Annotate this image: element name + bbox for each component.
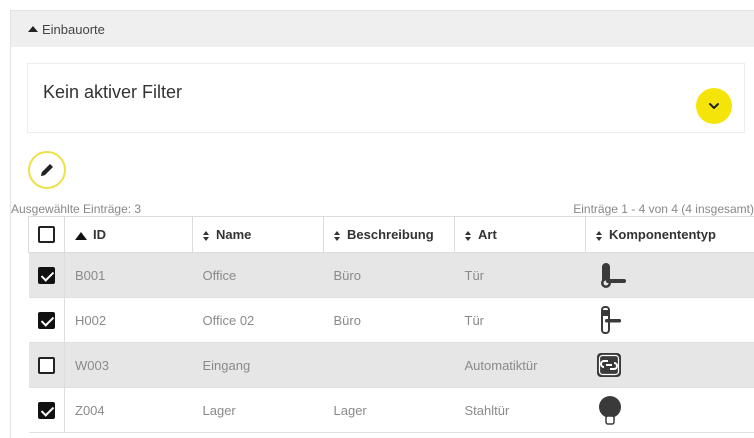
cell-art: Automatiktür xyxy=(454,342,586,388)
table-row[interactable]: W003 Eingang Automatiktür xyxy=(28,342,754,388)
cell-beschreibung: Lager xyxy=(323,387,455,433)
sort-icon xyxy=(465,230,472,241)
column-header-name[interactable]: Name xyxy=(192,216,324,253)
table-header-row: ID Name Beschreibung Art Komponententyp xyxy=(28,216,754,253)
row-checkbox[interactable] xyxy=(37,311,55,329)
cell-art: Tür xyxy=(454,297,586,343)
cell-komponententyp xyxy=(585,387,754,433)
row-checkbox[interactable] xyxy=(37,401,55,419)
row-checkbox[interactable] xyxy=(37,266,55,284)
pagination-info: Einträge 1 - 4 von 4 (4 insgesamt) xyxy=(573,202,754,216)
cell-komponententyp xyxy=(585,342,754,388)
selected-count: Ausgewählte Einträge: 3 xyxy=(11,202,142,216)
column-header-id[interactable]: ID xyxy=(64,216,193,253)
cell-id: W003 xyxy=(64,342,193,388)
cell-name: Office xyxy=(192,252,324,298)
sort-ascending-icon xyxy=(75,231,87,240)
cell-beschreibung xyxy=(323,342,455,388)
cell-name: Office 02 xyxy=(192,297,324,343)
edit-button[interactable] xyxy=(28,151,66,189)
chevron-down-icon xyxy=(709,103,719,109)
column-header-komponententyp[interactable]: Komponententyp xyxy=(585,216,754,253)
handle-lever-plain-icon xyxy=(600,306,621,334)
select-all-header[interactable] xyxy=(28,216,65,253)
table-row[interactable]: B001 Office Büro Tür xyxy=(28,252,754,298)
table-row[interactable]: H002 Office 02 Büro Tür xyxy=(28,297,754,343)
filter-status-label: Kein aktiver Filter xyxy=(43,82,183,102)
filter-expand-button[interactable] xyxy=(696,88,732,124)
cell-beschreibung: Büro xyxy=(323,297,455,343)
einbauorte-panel: Einbauorte Kein aktiver Filter Ausgewähl… xyxy=(10,10,754,438)
cell-name: Lager xyxy=(192,387,324,433)
sort-icon xyxy=(203,230,210,241)
cell-komponententyp xyxy=(585,252,754,298)
sort-icon xyxy=(334,230,341,241)
cell-art: Tür xyxy=(454,252,586,298)
filter-card: Kein aktiver Filter xyxy=(27,63,745,133)
cell-komponententyp xyxy=(585,297,754,343)
table-row[interactable]: Z004 Lager Lager Stahltür xyxy=(28,387,754,433)
caret-up-icon xyxy=(28,26,38,32)
sort-icon xyxy=(596,230,603,241)
select-all-checkbox[interactable] xyxy=(38,226,55,244)
cylinder-knob-icon xyxy=(598,396,621,425)
cell-id: Z004 xyxy=(64,387,193,433)
pencil-icon xyxy=(41,164,53,176)
cell-id: B001 xyxy=(64,252,193,298)
section-title: Einbauorte xyxy=(42,21,105,37)
section-header[interactable]: Einbauorte xyxy=(11,11,754,47)
cell-beschreibung: Büro xyxy=(323,252,455,298)
link-module-icon xyxy=(596,353,621,377)
einbauorte-table: ID Name Beschreibung Art Komponententyp xyxy=(28,216,754,433)
column-header-beschreibung[interactable]: Beschreibung xyxy=(323,216,455,253)
cell-name: Eingang xyxy=(192,342,324,388)
cell-art: Stahltür xyxy=(454,387,586,433)
cell-id: H002 xyxy=(64,297,193,343)
row-checkbox[interactable] xyxy=(37,356,55,374)
column-header-art[interactable]: Art xyxy=(454,216,586,253)
handle-lever-icon xyxy=(600,263,626,288)
